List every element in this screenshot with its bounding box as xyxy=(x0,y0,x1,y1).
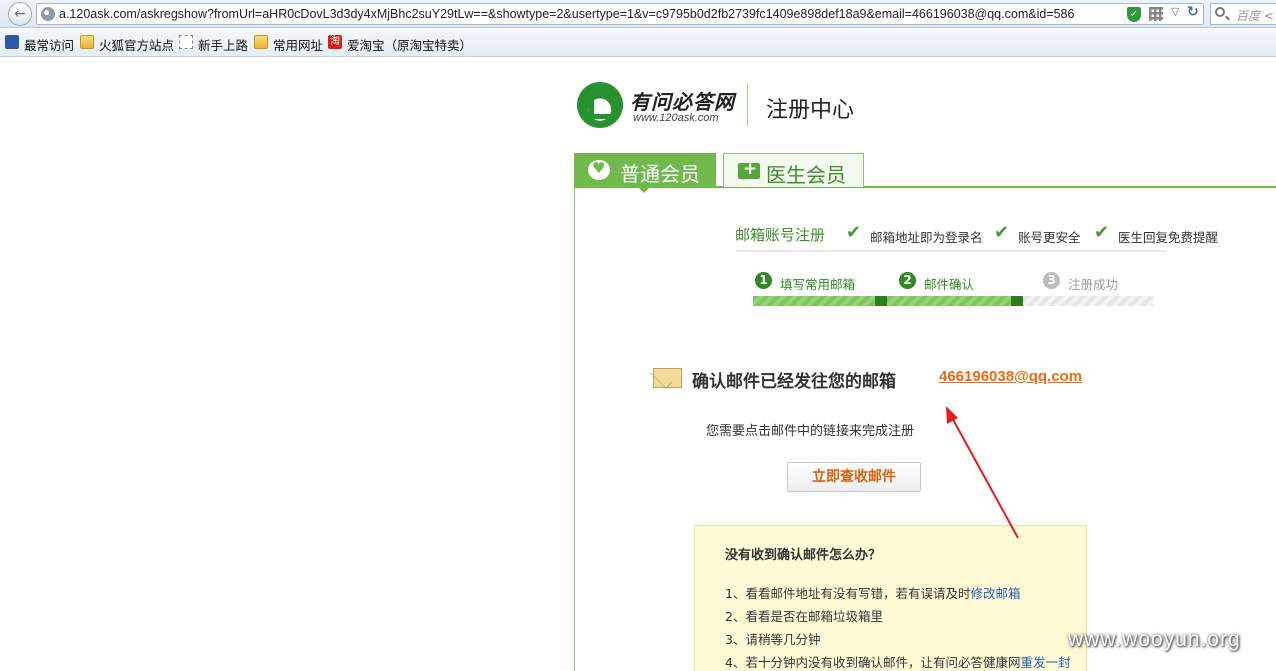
progress-fill xyxy=(753,296,1023,306)
envelope-icon xyxy=(653,368,682,388)
step-number: 1 xyxy=(755,272,772,289)
panel-border xyxy=(574,187,575,671)
check-mail-button[interactable]: 立即查收邮件 xyxy=(787,462,921,492)
help-item: 3、请稍等几分钟 xyxy=(725,629,820,648)
globe-icon xyxy=(41,7,55,21)
bookmark-label: 爱淘宝（原淘宝特卖） xyxy=(347,38,473,53)
chevron-down-icon[interactable]: ▽ xyxy=(1171,5,1179,18)
bookmark-label: 新手上路 xyxy=(198,38,249,53)
help-title: 没有收到确认邮件怎么办？ xyxy=(725,548,882,563)
feature-label: 邮箱地址即为登录名 xyxy=(870,230,983,245)
watermark: www.wooyun.org xyxy=(1068,628,1241,651)
step-number: 3 xyxy=(1043,272,1060,289)
most-visited-icon xyxy=(5,35,19,49)
help-item: 1、看看邮件地址有没有写错，若有误请及时修改邮箱 xyxy=(725,583,1020,602)
bookmark-label: 常用网址 xyxy=(273,38,324,53)
progress-bar xyxy=(753,296,1153,306)
folder-icon xyxy=(254,35,268,49)
heart-icon xyxy=(588,159,610,180)
brand-name: 有问必答网 xyxy=(630,90,735,114)
qr-code-icon[interactable] xyxy=(1149,7,1163,21)
bookmarks-bar: 最常访问 火狐官方站点 新手上路 常用网址 淘 爱淘宝（原淘宝特卖） xyxy=(0,29,1276,57)
browser-toolbar: ← a.120ask.com/askregshow?fromUrl=aHR0cD… xyxy=(0,0,1276,28)
progress-marker xyxy=(1011,296,1023,306)
bookmark-label: 火狐官方站点 xyxy=(99,38,175,53)
resend-link[interactable]: 重发一封 xyxy=(1020,655,1070,670)
header-divider xyxy=(747,84,748,126)
page-icon xyxy=(179,35,193,49)
url-text[interactable]: a.120ask.com/askregshow?fromUrl=aHR0cDov… xyxy=(59,7,1129,21)
help-item: 4、若十分钟内没有收到确认邮件，让有问必答健康网重发一封 xyxy=(725,652,1070,671)
medical-kit-icon xyxy=(738,159,760,179)
checkmark-icon: ✔ xyxy=(1094,222,1110,243)
tab-label: 普通会员 xyxy=(620,162,700,186)
search-input[interactable]: 百度 < xyxy=(1210,3,1276,25)
email-link[interactable]: 466196038@qq.com xyxy=(939,368,1082,385)
reload-icon[interactable]: ↻ xyxy=(1187,4,1199,20)
search-placeholder: 百度 < xyxy=(1236,9,1274,23)
folder-icon xyxy=(80,35,94,49)
search-icon[interactable] xyxy=(1215,7,1225,17)
help-item: 2、看看是否在邮箱垃圾箱里 xyxy=(725,606,883,625)
divider xyxy=(736,250,1166,252)
feature-label: 医生回复免费提醒 xyxy=(1118,230,1219,245)
checkmark-icon: ✔ xyxy=(994,222,1010,243)
help-text: 4、若十分钟内没有收到确认邮件，让有问必答健康网 xyxy=(725,655,1021,670)
shield-icon[interactable]: ✓ xyxy=(1127,7,1141,22)
brand-url: www.120ask.com xyxy=(633,112,719,124)
step-label: 邮件确认 xyxy=(924,277,975,292)
modify-email-link[interactable]: 修改邮箱 xyxy=(970,586,1020,601)
help-text: 1、看看邮件地址有没有写错，若有误请及时 xyxy=(725,586,971,601)
registration-title: 邮箱账号注册 xyxy=(735,226,826,244)
help-text: 3、请稍等几分钟 xyxy=(725,632,821,647)
address-bar[interactable]: a.120ask.com/askregshow?fromUrl=aHR0cDov… xyxy=(36,3,1204,25)
bookmark-label: 最常访问 xyxy=(24,38,75,53)
tab-regular-member[interactable]: 普通会员 xyxy=(574,153,716,193)
help-text: 2、看看是否在邮箱垃圾箱里 xyxy=(725,609,883,624)
taobao-icon: 淘 xyxy=(328,35,342,49)
help-box: 没有收到确认邮件怎么办？ 1、看看邮件地址有没有写错，若有误请及时修改邮箱 2、… xyxy=(694,525,1087,671)
step-label: 注册成功 xyxy=(1068,277,1119,292)
tab-doctor-member[interactable]: 医生会员 xyxy=(723,153,864,187)
checkmark-icon: ✔ xyxy=(846,222,862,243)
brand-logo-icon[interactable] xyxy=(577,82,623,128)
progress-marker xyxy=(875,296,887,306)
page-title: 注册中心 xyxy=(766,98,855,123)
instruction-text: 您需要点击邮件中的链接来完成注册 xyxy=(706,424,915,439)
step-label: 填写常用邮箱 xyxy=(780,277,856,292)
confirm-message: 确认邮件已经发往您的邮箱 xyxy=(692,372,896,392)
feature-label: 账号更安全 xyxy=(1018,230,1081,245)
step-number: 2 xyxy=(899,272,916,289)
tab-label: 医生会员 xyxy=(766,163,846,187)
back-button[interactable]: ← xyxy=(8,2,32,26)
